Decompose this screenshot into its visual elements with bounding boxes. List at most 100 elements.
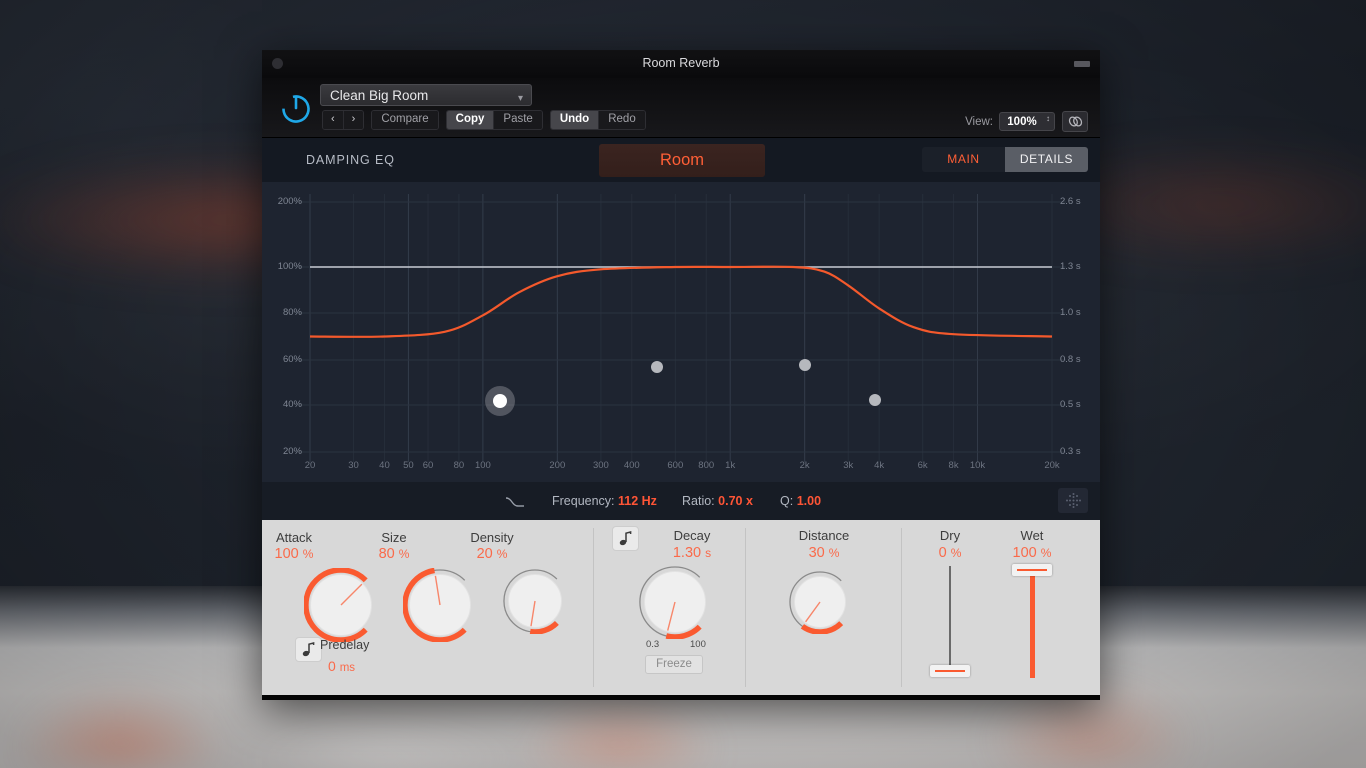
section-dry-wet: Dry 0 % Wet 100 % [902,520,1100,695]
wet-fader-handle[interactable] [1012,564,1052,576]
preset-selector[interactable]: Clean Big Room ▾ [320,84,532,106]
predelay-label: Predelay [320,638,370,652]
tab-details[interactable]: DETAILS [1005,147,1088,172]
eq-q-label: Q: [780,494,794,508]
x-axis-tick: 50 [403,460,414,471]
eq-ratio[interactable]: Ratio: 0.70 x [682,494,753,508]
nav-group: ‹ › [322,110,365,130]
dry-fader-handle[interactable] [930,665,970,677]
x-axis-tick: 6k [917,460,928,471]
x-axis-tick: 80 [453,460,465,471]
stepper-arrows-icon: ↕ [1046,114,1050,123]
x-axis-tick: 2k [799,460,810,471]
eq-curve-plot [296,194,1066,462]
predelay-number: 0 [328,658,336,674]
density-unit: % [496,547,508,561]
toolbar-buttons: ‹ › Compare Copy Paste Undo Redo [322,110,653,130]
eq-control-point-1[interactable] [493,394,507,408]
preset-name: Clean Big Room [330,88,429,103]
view-zoom-stepper[interactable]: 100% ↕ [999,112,1055,131]
x-axis-tick: 10k [969,460,986,471]
paste-button[interactable]: Paste [494,111,542,129]
damping-eq-label: DAMPING EQ [306,153,395,167]
view-label: View: [965,115,993,128]
x-axis-tick: 300 [592,460,609,471]
decay-number: 1.30 [672,545,702,561]
grid-icon[interactable] [1058,488,1088,513]
x-axis-tick: 200 [549,460,566,471]
compare-group: Compare [371,110,439,130]
tab-main[interactable]: MAIN [922,147,1005,172]
window-resize-icon[interactable] [1074,61,1090,67]
y-axis-right-tick: 0.8 s [1060,354,1081,365]
x-axis-tick: 400 [623,460,640,471]
link-icon[interactable] [1062,111,1088,132]
undo-button[interactable]: Undo [550,111,600,129]
wet-fader-fill [1030,570,1035,678]
density-number: 20 [476,546,493,562]
x-axis-tick: 3k [843,460,854,471]
section-tabstrip: DAMPING EQ Room MAIN DETAILS [262,138,1100,182]
plugin-footer: ChromaVerb [262,695,1100,700]
power-icon[interactable] [279,91,313,125]
eq-control-point-2[interactable] [651,361,663,373]
x-axis-tick: 600 [667,460,684,471]
distance-knob[interactable] [788,570,852,639]
copy-paste-group: Copy Paste [445,110,543,130]
x-axis-tick: 800 [698,460,715,471]
y-axis-right-tick: 2.6 s [1060,196,1081,207]
tab-room[interactable]: Room [599,144,765,177]
predelay-unit: ms [339,662,356,674]
window-title: Room Reverb [642,56,720,70]
copy-button[interactable]: Copy [446,111,495,129]
decay-knob[interactable] [638,565,712,644]
y-axis-right-tick: 1.3 s [1060,261,1081,272]
next-preset-button[interactable]: › [343,111,364,129]
y-axis-left-tick: 40% [282,399,302,410]
title-bar[interactable]: Room Reverb [262,50,1100,78]
attack-knob[interactable] [303,567,378,647]
decay-unit: s [705,546,712,560]
distance-number: 30 [808,545,825,561]
x-axis-tick: 40 [379,460,390,471]
plugin-header: Clean Big Room ▾ ‹ › Compare Copy Paste … [262,78,1100,138]
predelay-value: 0 ms [328,658,355,674]
eq-ratio-label: Ratio: [682,494,715,508]
distance-unit: % [828,546,840,560]
redo-button[interactable]: Redo [599,111,645,129]
damping-eq-graph[interactable]: 200% 100% 80% 60% 40% 20% 2.6 s 1.3 s 1.0 s 0.8 … [262,182,1100,482]
y-axis-left-tick: 60% [282,354,302,365]
decay-range-max: 100 [690,639,706,650]
y-axis-left-tick: 200% [277,196,302,207]
prev-preset-button[interactable]: ‹ [323,111,344,129]
plugin-window: Room Reverb Clean Big Room ▾ ‹ › Compare… [262,50,1100,700]
y-axis-right-tick: 0.5 s [1060,399,1081,410]
dry-fader-track[interactable] [949,566,951,676]
eq-q-value: 1.00 [796,494,822,508]
undo-redo-group: Undo Redo [549,110,646,130]
decay-range-min: 0.3 [646,639,660,650]
wet-unit: % [1040,546,1052,560]
highshelf-filter-icon[interactable] [505,495,525,513]
predelay-note-icon[interactable] [295,637,322,662]
x-axis-tick: 20 [304,460,316,471]
section-attack-size-density: Attack 100 % Size 80 % Density 20 % Pred… [262,520,594,695]
view-mode-tabs: MAIN DETAILS [922,147,1088,172]
eq-frequency-label: Frequency: [552,494,615,508]
size-knob[interactable] [402,567,477,647]
view-controls: View: 100% ↕ [965,111,1088,132]
freeze-button[interactable]: Freeze [645,655,703,674]
x-axis-tick: 100 [474,460,491,471]
section-decay: Decay 1.30 s 0.3 100 Freeze [594,520,746,695]
x-axis-tick: 60 [422,460,434,471]
x-axis-tick: 30 [348,460,359,471]
eq-frequency-value: 112 Hz [618,494,657,508]
density-knob[interactable] [502,568,568,639]
compare-button[interactable]: Compare [372,111,438,129]
x-axis-tick: 20k [1044,460,1060,471]
eq-q[interactable]: Q: 1.00 [780,494,821,508]
eq-control-point-4[interactable] [869,394,881,406]
y-axis-left-tick: 100% [277,261,302,272]
eq-frequency[interactable]: Frequency: 112 Hz [552,494,657,508]
eq-control-point-3[interactable] [799,359,811,371]
